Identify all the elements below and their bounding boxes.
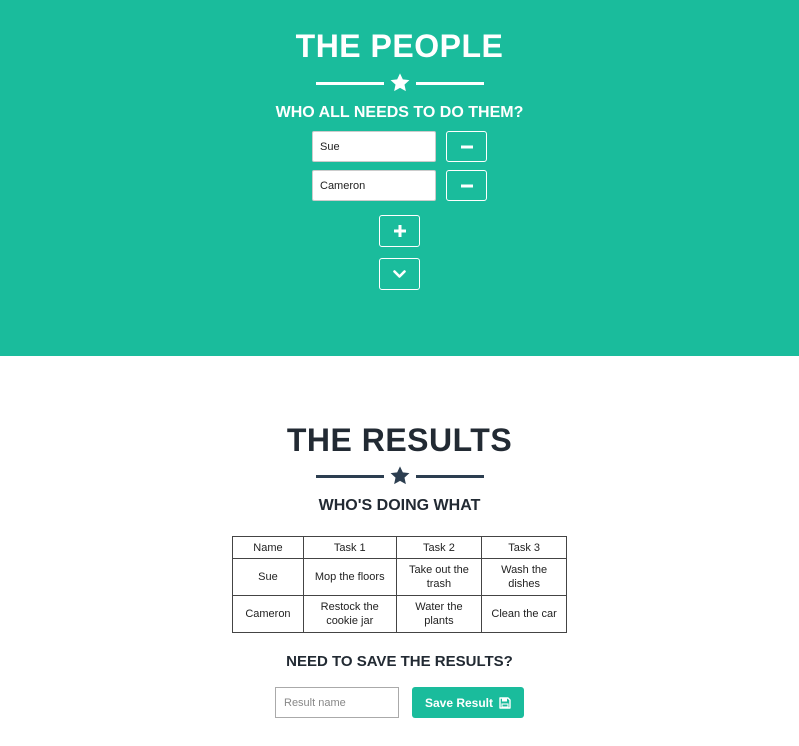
- minus-icon: [460, 145, 473, 148]
- remove-person-button[interactable]: [446, 131, 487, 162]
- add-person-button[interactable]: [379, 215, 420, 247]
- column-header-task-2: Task 2: [395, 536, 483, 559]
- table-cell-name: Cameron: [232, 595, 304, 633]
- column-header-task-1: Task 1: [302, 536, 397, 559]
- table-cell-task: Take out the trash: [395, 558, 483, 596]
- chevron-down-icon: [393, 269, 406, 278]
- table-cell-name: Sue: [232, 558, 304, 596]
- table-cell-task: Restock the cookie jar: [302, 595, 397, 633]
- next-section-button[interactable]: [379, 258, 420, 290]
- save-results-heading: NEED TO SAVE THE RESULTS?: [286, 653, 513, 670]
- table-row: Cameron Restock the cookie jar Water the…: [232, 595, 567, 633]
- minus-icon: [460, 184, 473, 187]
- results-title: THE RESULTS: [286, 422, 513, 458]
- table-cell-task: Clean the car: [481, 595, 567, 633]
- save-result-label: Save Result: [424, 695, 494, 710]
- column-header-task-3: Task 3: [481, 536, 567, 559]
- table-header-row: Name Task 1 Task 2 Task 3: [232, 536, 567, 559]
- divider-line-left: [316, 82, 384, 85]
- results-table: Name Task 1 Task 2 Task 3 Sue Mop the fl…: [232, 536, 567, 633]
- star-divider: [316, 72, 484, 94]
- save-result-button[interactable]: Save Result: [412, 687, 524, 718]
- divider-line-left: [316, 475, 384, 478]
- star-icon: [390, 73, 410, 92]
- results-section: THE RESULTS WHO'S DOING WHAT Name Task 1…: [0, 356, 799, 746]
- results-subtitle: WHO'S DOING WHAT: [318, 497, 481, 514]
- divider-line-right: [416, 475, 484, 478]
- table-cell-task: Mop the floors: [302, 558, 397, 596]
- person-name-input[interactable]: [312, 170, 436, 201]
- save-icon: [499, 696, 511, 709]
- table-row: Sue Mop the floors Take out the trash Wa…: [232, 558, 567, 596]
- plus-icon: [393, 225, 406, 237]
- result-name-input[interactable]: [275, 687, 399, 718]
- person-name-input[interactable]: [312, 131, 436, 162]
- divider-line-right: [416, 82, 484, 85]
- table-cell-task: Wash the dishes: [481, 558, 567, 596]
- star-divider: [316, 465, 484, 487]
- people-section: THE PEOPLE WHO ALL NEEDS TO DO THEM?: [0, 0, 799, 356]
- star-icon: [390, 466, 410, 485]
- people-subtitle: WHO ALL NEEDS TO DO THEM?: [275, 104, 524, 121]
- people-title: THE PEOPLE: [295, 28, 504, 64]
- column-header-name: Name: [232, 536, 304, 559]
- table-cell-task: Water the plants: [395, 595, 483, 633]
- remove-person-button[interactable]: [446, 170, 487, 201]
